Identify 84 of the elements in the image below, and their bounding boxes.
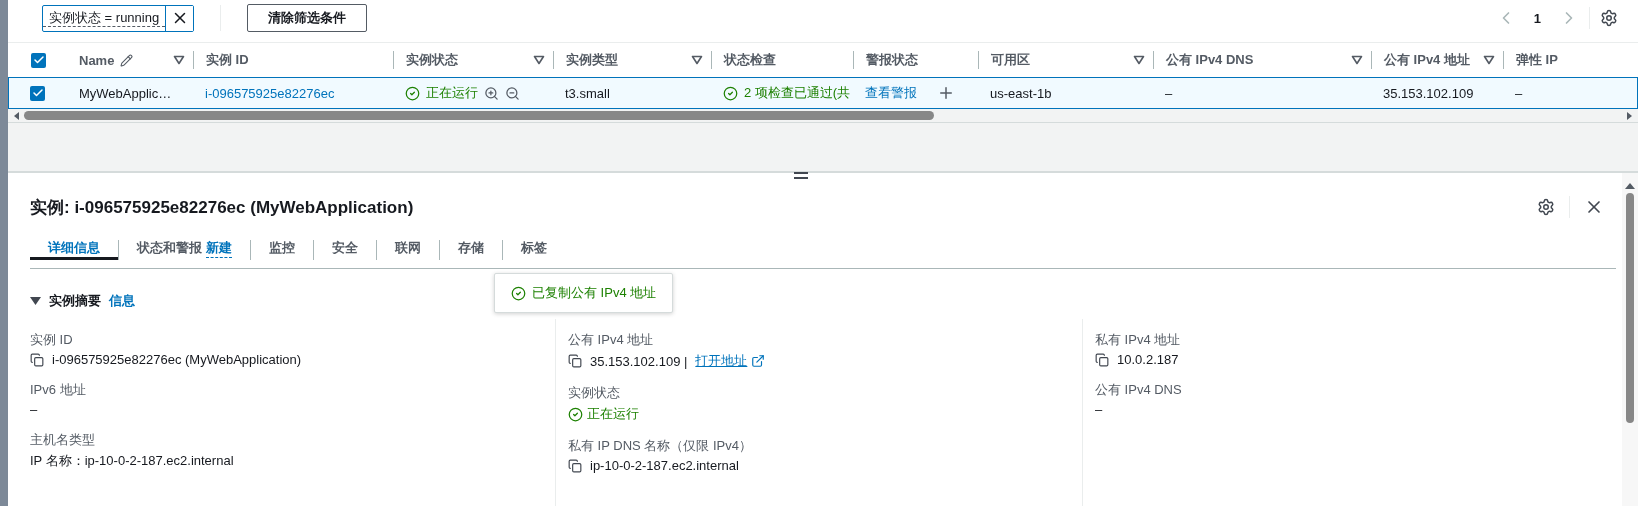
- copy-icon[interactable]: [568, 458, 582, 473]
- horizontal-scrollbar[interactable]: [8, 109, 1638, 123]
- table-cell: us-east-1b: [990, 85, 1052, 101]
- info-link[interactable]: 信息: [109, 292, 135, 310]
- column-header[interactable]: 实例类型: [566, 51, 618, 69]
- field-label: 实例状态: [568, 384, 621, 402]
- open-address-link[interactable]: 打开地址: [695, 352, 766, 370]
- vertical-scrollbar[interactable]: [1622, 173, 1638, 506]
- scroll-left-icon[interactable]: [14, 111, 20, 120]
- table-row[interactable]: MyWebApplic… i-096575925e82276ec 正在运行 t3.small 2 项检查已通过(共 查看警报 us-east-1b – 35.153.102.109 –: [8, 77, 1638, 109]
- tab[interactable]: 状态和警报 新建: [119, 238, 250, 261]
- status-check-text: 2 项检查已通过(共: [744, 84, 851, 102]
- column-header[interactable]: 警报状态: [866, 51, 918, 69]
- scroll-up-icon[interactable]: [1625, 183, 1635, 189]
- resize-handle[interactable]: [794, 172, 808, 179]
- field-value: –: [1095, 402, 1103, 417]
- column-header[interactable]: Name: [79, 52, 115, 68]
- page-number[interactable]: 1: [1533, 10, 1541, 26]
- view-alarms-link[interactable]: 查看警报: [865, 84, 917, 102]
- zoom-out-icon[interactable]: [505, 85, 520, 101]
- external-link-icon: [751, 354, 766, 368]
- tab[interactable]: 详细信息: [30, 239, 118, 260]
- field-value: ip-10-0-2-187.ec2.internal: [590, 458, 739, 473]
- column-header[interactable]: 公有 IPv4 地址: [1384, 51, 1470, 69]
- tab[interactable]: 存储: [440, 239, 502, 260]
- zoom-in-icon[interactable]: [484, 85, 499, 101]
- caret-icon[interactable]: [30, 296, 41, 306]
- field-label: IPv6 地址: [30, 381, 87, 399]
- select-all-checkbox[interactable]: [31, 52, 46, 68]
- remove-filter-button[interactable]: [165, 5, 194, 31]
- filter-caret-icon[interactable]: [1133, 55, 1145, 65]
- pencil-icon[interactable]: [120, 53, 134, 67]
- table-cell: MyWebApplic…: [79, 85, 172, 101]
- copy-icon[interactable]: [30, 352, 44, 367]
- row-checkbox[interactable]: [30, 85, 45, 101]
- check-circle-icon: [723, 85, 738, 101]
- filter-caret-icon[interactable]: [173, 55, 185, 65]
- check-circle-icon: [568, 406, 583, 422]
- scroll-right-icon[interactable]: [1626, 111, 1632, 120]
- table-cell: –: [1165, 85, 1173, 101]
- field-value: 正在运行: [587, 405, 639, 423]
- filter-caret-icon[interactable]: [1483, 55, 1495, 65]
- toast-message: 已复制公有 IPv4 地址: [532, 284, 657, 302]
- column-header[interactable]: 状态检查: [724, 51, 776, 69]
- panel-title: 实例: i-096575925e82276ec (MyWebApplication): [30, 196, 415, 219]
- plus-icon[interactable]: [937, 84, 955, 102]
- field-label: 公有 IPv4 地址: [568, 331, 655, 349]
- filter-token[interactable]: 实例状态 = running: [42, 4, 195, 32]
- check-circle-icon: [511, 285, 526, 301]
- copy-icon[interactable]: [568, 354, 582, 368]
- field-value: 35.153.102.109 |: [590, 353, 688, 369]
- field-label: 私有 IPv4 地址: [1095, 331, 1182, 349]
- filter-caret-icon[interactable]: [533, 55, 545, 65]
- field-value: 10.0.2.187: [1117, 352, 1179, 367]
- instance-id-link[interactable]: i-096575925e82276ec: [205, 85, 335, 101]
- tab[interactable]: 标签: [503, 239, 565, 260]
- table-cell: 35.153.102.109: [1383, 85, 1474, 101]
- new-badge: 新建: [206, 238, 232, 258]
- column-header[interactable]: 可用区: [991, 51, 1030, 69]
- status-text: 正在运行: [426, 84, 478, 102]
- copy-icon[interactable]: [1095, 352, 1109, 367]
- table-cell: t3.small: [565, 85, 610, 101]
- tab[interactable]: 安全: [314, 239, 376, 260]
- check-circle-icon: [405, 85, 420, 101]
- field-label: 实例 ID: [30, 331, 74, 349]
- clear-filters-button[interactable]: 清除筛选条件: [247, 4, 368, 32]
- filter-caret-icon[interactable]: [691, 55, 703, 65]
- column-header[interactable]: 实例 ID: [206, 51, 249, 69]
- column-header[interactable]: 公有 IPv4 DNS: [1166, 51, 1254, 69]
- field-label: 私有 IP DNS 名称（仅限 IPv4）: [568, 437, 753, 455]
- field-label: 公有 IPv4 DNS: [1095, 381, 1183, 399]
- tab[interactable]: 监控: [251, 239, 313, 260]
- filter-caret-icon[interactable]: [1351, 55, 1363, 65]
- field-value: IP 名称：ip-10-0-2-187.ec2.internal: [30, 452, 234, 470]
- field-value: i-096575925e82276ec (MyWebApplication): [52, 352, 302, 367]
- tab[interactable]: 联网: [377, 239, 439, 260]
- settings-icon[interactable]: [1537, 198, 1555, 216]
- column-header[interactable]: 实例状态: [406, 51, 458, 69]
- section-title: 实例摘要: [49, 292, 101, 310]
- column-header[interactable]: 弹性 IP: [1516, 51, 1558, 69]
- field-value: –: [30, 402, 38, 417]
- field-label: 主机名类型: [30, 431, 96, 449]
- settings-icon[interactable]: [1600, 9, 1618, 27]
- table-cell: –: [1515, 85, 1523, 101]
